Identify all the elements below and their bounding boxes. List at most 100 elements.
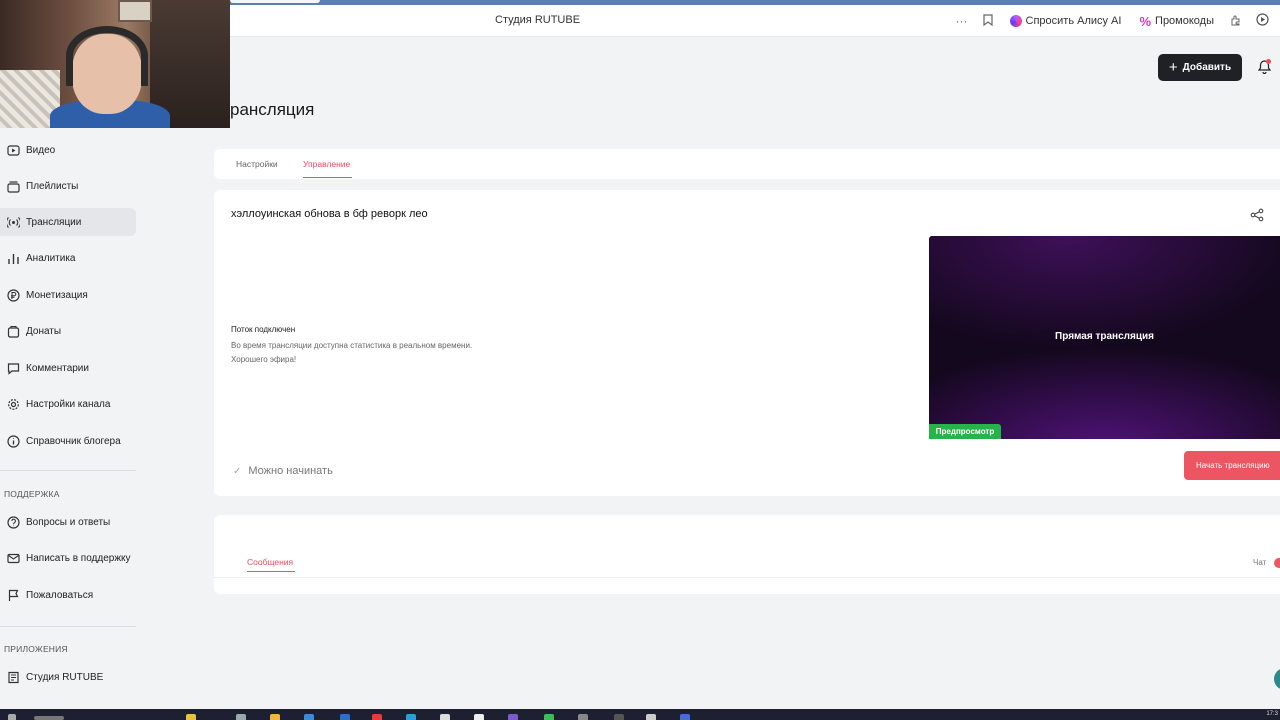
app-icon[interactable] [406,714,416,720]
donate-icon [0,325,26,338]
stream-preview[interactable]: Прямая трансляция [929,236,1280,439]
active-tab-indicator [247,571,295,572]
sidebar-item-label: Монетизация [26,289,88,301]
stream-status-title: Поток подключен [231,325,296,334]
stream-title: хэллоуинская обнова в бф реворк лео [231,208,428,220]
plus-icon: + [1168,59,1178,76]
sidebar-item-label: Пожаловаться [26,589,94,601]
share-icon[interactable] [1250,208,1264,222]
app-icon[interactable] [440,714,450,720]
add-button[interactable]: + Добавить [1158,54,1242,81]
start-icon[interactable] [8,714,16,720]
sidebar-item-analytics[interactable]: Аналитика [0,244,136,272]
support-section-label: ПОДДЕРЖКА [4,489,60,499]
ready-status: ✓ Можно начинать [233,465,333,477]
app-icon[interactable] [578,714,588,720]
mail-icon [0,552,26,565]
notification-dot [1266,59,1271,64]
sidebar-item-label: Вопросы и ответы [26,516,111,528]
sidebar-item-report[interactable]: Пожаловаться [0,581,136,609]
app-icon[interactable] [646,714,656,720]
comment-icon [0,362,26,375]
ask-alice-button[interactable]: Спросить Алису AI [1006,10,1126,32]
video-icon [0,144,26,157]
os-taskbar: 17:3 [0,709,1280,720]
more-icon[interactable]: ··· [954,14,970,28]
sidebar-item-playlists[interactable]: Плейлисты [0,172,136,200]
chat-toggle[interactable] [1274,558,1280,568]
active-tab-indicator [303,177,352,178]
extensions-icon[interactable] [1228,14,1244,29]
preview-badge: Предпросмотр [929,424,1001,439]
sidebar-item-video[interactable]: Видео [0,136,136,164]
studio-icon [0,671,26,684]
stream-status-text: Во время трансляции доступна статистика … [231,339,551,366]
start-stream-button[interactable]: Начать трансляцию [1184,451,1280,480]
sidebar-item-contact-support[interactable]: Написать в поддержку [0,544,136,572]
sidebar-item-label: Комментарии [26,362,89,374]
preview-label: Прямая трансляция [1055,331,1154,342]
app-icon[interactable] [508,714,518,720]
app-icon[interactable] [614,714,624,720]
sidebar-item-label: Плейлисты [26,180,79,192]
app-icon[interactable] [236,714,246,720]
stream-status-line: Хорошего эфира! [231,354,297,364]
question-icon [0,515,26,529]
folder-icon[interactable] [270,714,280,720]
active-tab[interactable] [230,0,320,3]
percent-icon: % [1139,13,1152,29]
browser-page-title: Студия RUTUBE [495,14,581,26]
clock: 17:3 [1266,711,1278,717]
sidebar-item-channel-settings[interactable]: Настройки канала [0,390,136,418]
sidebar-item-donations[interactable]: Донаты [0,317,136,345]
sidebar-item-label: Настройки канала [26,398,111,410]
sidebar-item-blogger-guide[interactable]: Справочник блогера [0,427,136,455]
help-chat-button[interactable] [1274,668,1280,690]
promo-codes-button[interactable]: % Промокоды [1135,10,1218,32]
sidebar-item-studio-app[interactable]: Студия RUTUBE [0,663,136,691]
chat-card: Сообщения Чат [214,515,1280,594]
check-icon: ✓ [233,465,242,477]
browser-icon[interactable] [372,714,382,720]
chat-toggle-label: Чат [1253,558,1267,567]
app-icon[interactable] [544,714,554,720]
info-icon [0,434,26,448]
sidebar-item-label: Справочник блогера [26,435,121,447]
bookmark-icon[interactable] [980,13,996,29]
tab-settings[interactable]: Настройки [236,159,278,169]
add-button-label: Добавить [1182,62,1232,73]
sidebar-item-comments[interactable]: Комментарии [0,354,136,382]
sidebar-item-faq[interactable]: Вопросы и ответы [0,508,136,536]
sidebar-item-label: Видео [26,144,56,156]
app-icon[interactable] [680,714,690,720]
divider [214,577,1280,578]
ready-status-label: Можно начинать [248,465,333,477]
flag-icon [0,589,26,602]
sidebar-item-label: Трансляции [26,216,82,228]
sidebar-item-label: Аналитика [26,252,76,264]
notifications-button[interactable] [1255,58,1273,76]
promo-codes-label: Промокоды [1155,15,1214,27]
ask-alice-label: Спросить Алису AI [1025,15,1122,27]
browser-toolbar-actions: ··· Спросить Алису AI % Промокоды [954,10,1271,32]
webcam-overlay [0,0,230,128]
stream-status-line: Во время трансляции доступна статистика … [231,341,473,350]
gear-icon [0,398,26,411]
app-icon[interactable] [304,714,314,720]
broadcast-icon [0,216,26,229]
sidebar-divider [0,470,136,471]
tabs-bar: Настройки Управление [214,149,1280,179]
tab-messages[interactable]: Сообщения [247,557,293,567]
app-icon[interactable] [474,714,484,720]
sidebar-item-label: Донаты [26,325,62,337]
analytics-icon [0,252,26,265]
sidebar-item-monetization[interactable]: Монетизация [0,281,136,309]
search-icon[interactable] [34,716,64,720]
alice-icon [1009,15,1022,27]
playlist-icon [0,180,26,193]
app-icon[interactable] [340,714,350,720]
tab-control[interactable]: Управление [303,159,350,169]
app-icon[interactable] [186,714,196,720]
play-icon[interactable] [1254,13,1270,29]
sidebar-item-broadcasts[interactable]: Трансляции [0,208,136,236]
